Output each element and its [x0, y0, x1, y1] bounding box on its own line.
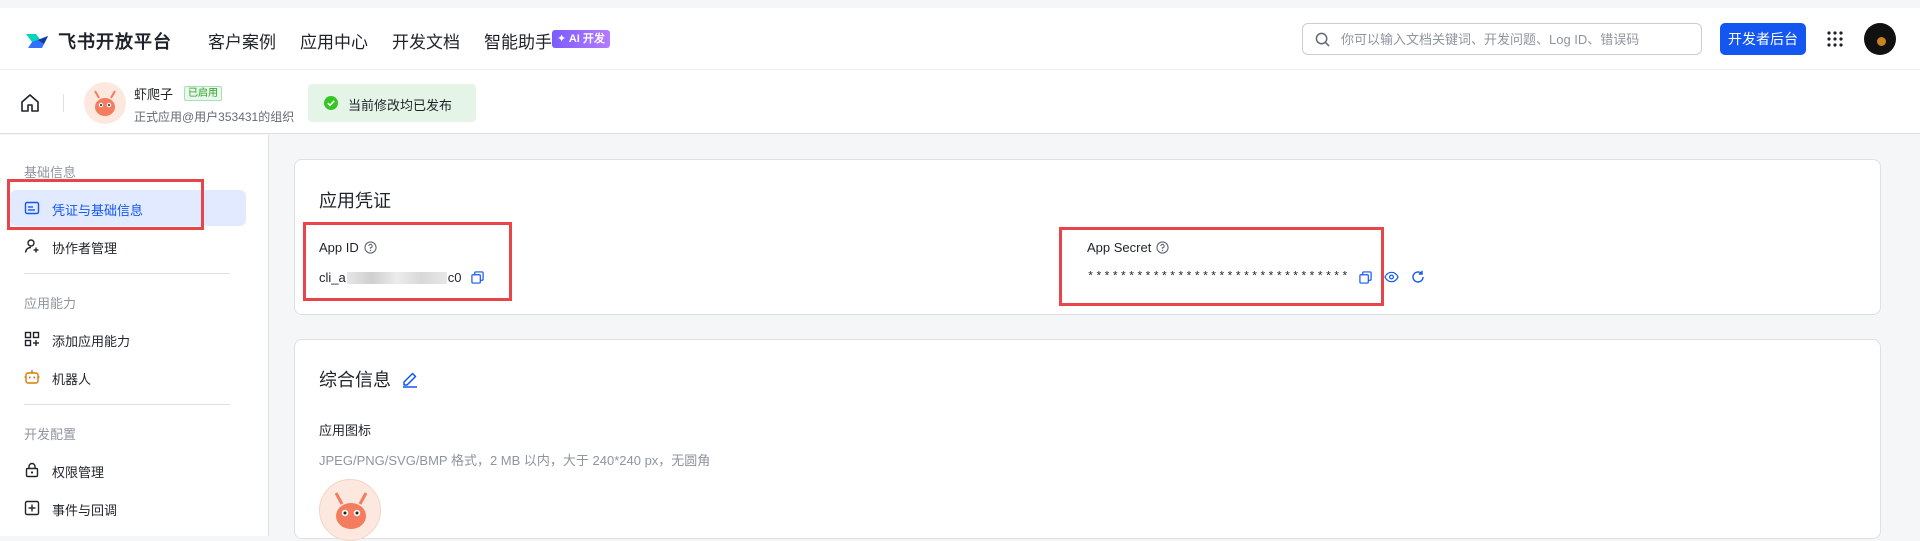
app-icon-preview[interactable]	[319, 479, 381, 541]
nav-customer-cases[interactable]: 客户案例	[208, 28, 276, 53]
app-avatar	[84, 82, 126, 124]
developer-console-button[interactable]: 开发者后台	[1720, 23, 1806, 55]
shrimp-mascot-icon	[334, 492, 368, 529]
nav-app-center[interactable]: 应用中心	[300, 28, 368, 53]
check-circle-icon	[324, 96, 338, 110]
app-grid-icon[interactable]	[1826, 30, 1844, 48]
sidebar-item-label: 添加应用能力	[52, 334, 131, 349]
search-icon	[1315, 32, 1330, 47]
app-header: 虾爬子 已启用 正式应用@用户353431的组织 当前修改均已发布	[0, 70, 1920, 134]
lock-icon	[25, 462, 39, 478]
app-icon-label: 应用图标	[319, 423, 372, 438]
sidebar-group-dev-config: 开发配置	[24, 427, 77, 442]
avatar-dot	[1877, 37, 1886, 46]
sidebar-divider	[24, 273, 230, 274]
nav-ai-assistant[interactable]: 智能助手	[484, 28, 552, 53]
robot-icon	[24, 370, 40, 384]
credentials-title: 应用凭证	[319, 191, 391, 211]
general-info-card: 综合信息 应用图标 JPEG/PNG/SVG/BMP 格式，2 MB 以内，大于…	[294, 339, 1881, 541]
publish-status-banner: 当前修改均已发布	[308, 84, 476, 122]
top-navbar: 飞书开放平台 客户案例 应用中心 开发文档 智能助手 ✦ AI 开发 开发者后台	[0, 8, 1920, 70]
app-name: 虾爬子	[134, 87, 174, 102]
sidebar-item-label: 事件与回调	[52, 503, 118, 518]
shrimp-mascot-icon	[94, 90, 116, 116]
sidebar-item-permissions[interactable]: 权限管理	[10, 452, 246, 488]
nav-dev-docs[interactable]: 开发文档	[392, 28, 460, 53]
search-box[interactable]	[1302, 23, 1702, 55]
sidebar-item-label: 协作者管理	[52, 241, 118, 256]
home-icon[interactable]	[20, 93, 40, 113]
user-avatar[interactable]	[1864, 23, 1896, 55]
general-info-title: 综合信息	[319, 370, 391, 390]
event-icon	[24, 500, 40, 516]
app-org: 正式应用@用户353431的组织	[134, 110, 295, 124]
general-info-header: 综合信息	[319, 366, 419, 392]
sidebar-group-capabilities: 应用能力	[24, 296, 77, 311]
sidebar-item-collaborators[interactable]: 协作者管理	[10, 228, 246, 264]
sidebar-item-label: 机器人	[52, 372, 92, 387]
refresh-icon[interactable]	[1411, 270, 1425, 284]
sidebar-item-robot[interactable]: 机器人	[10, 359, 246, 395]
highlight-box-sidebar	[7, 179, 204, 230]
highlight-box-app-secret	[1059, 227, 1384, 306]
grid-add-icon	[24, 331, 40, 347]
app-icon-hint: JPEG/PNG/SVG/BMP 格式，2 MB 以内，大于 240*240 p…	[319, 453, 711, 468]
sidebar-item-label: 权限管理	[52, 465, 105, 480]
eye-icon[interactable]	[1384, 271, 1400, 283]
brand-name: 飞书开放平台	[58, 32, 172, 52]
highlight-box-app-id	[303, 222, 512, 301]
publish-status-text: 当前修改均已发布	[348, 98, 453, 113]
user-add-icon	[24, 239, 39, 253]
ai-dev-badge: ✦ AI 开发	[552, 30, 610, 48]
status-badge: 已启用	[184, 86, 222, 101]
edit-icon[interactable]	[401, 370, 419, 388]
sidebar-item-add-capability[interactable]: 添加应用能力	[10, 321, 246, 357]
sidebar-divider	[24, 404, 230, 405]
header-divider	[63, 94, 64, 112]
sidebar-item-events[interactable]: 事件与回调	[10, 490, 246, 526]
search-input[interactable]	[1339, 29, 1689, 49]
feishu-logo-icon	[26, 34, 48, 48]
brand-logo[interactable]: 飞书开放平台	[24, 28, 172, 54]
